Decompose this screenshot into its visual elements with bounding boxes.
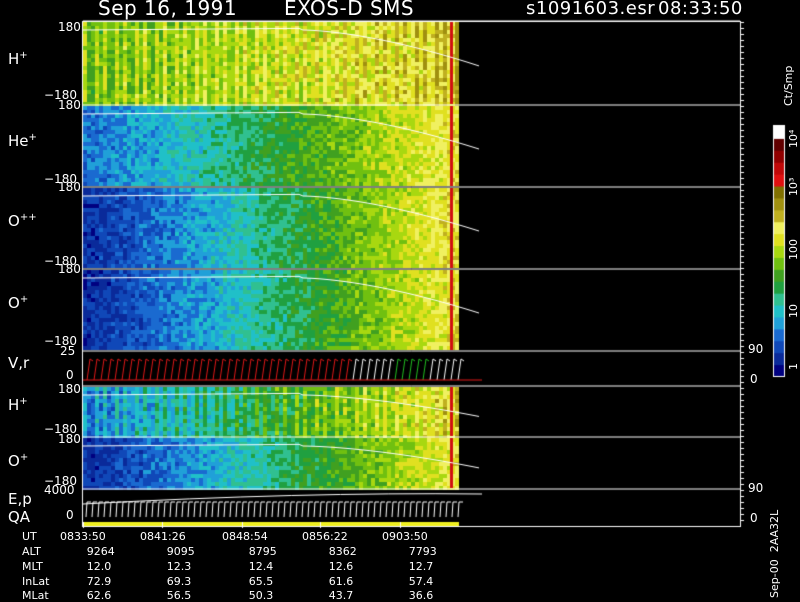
- panel-label-o-plus: O+: [8, 294, 29, 312]
- ephemeris-cell: 43.7: [328, 589, 354, 602]
- panel-label-o-plus-2: O+: [8, 452, 29, 470]
- y-tick-top: 4000: [44, 483, 75, 497]
- ephemeris-cell: 0841:26: [140, 530, 186, 543]
- colorbar-tick-10000: 10⁴: [787, 129, 800, 148]
- y-tick-bottom: 0: [66, 368, 74, 382]
- colorbar-tick-100: 100: [787, 239, 800, 260]
- ephemeris-cell: 9264: [86, 545, 115, 558]
- r-tick-bottom: 0: [750, 511, 758, 525]
- y-tick-bottom: 0: [66, 508, 74, 522]
- header-date: Sep 16, 1991: [98, 0, 238, 20]
- ephemeris-cell: 12.3: [166, 560, 192, 573]
- ephemeris-cell: 65.5: [248, 575, 274, 588]
- header-time: 08:33:50: [658, 0, 743, 19]
- ephemeris-cell: 0856:22: [302, 530, 348, 543]
- ephemeris-cell: 12.7: [408, 560, 434, 573]
- ephem-label-alt: ALT: [22, 545, 41, 558]
- r-tick-top: 90: [748, 342, 764, 356]
- ephem-label-mlt: MLT: [22, 560, 43, 573]
- y-tick-top: 180: [58, 20, 81, 34]
- y-tick-top: 180: [58, 432, 81, 446]
- r-tick-bottom: 0: [750, 372, 758, 386]
- colorbar-tick-1: 1: [787, 363, 800, 370]
- panel-label-h-plus-2: H+: [8, 396, 28, 414]
- panel-label-h-plus: H+: [8, 50, 28, 68]
- y-tick-top: 25: [60, 344, 76, 358]
- ephemeris-cell: 69.3: [166, 575, 192, 588]
- ephemeris-cell: 61.6: [328, 575, 354, 588]
- r-tick-top: 90: [748, 481, 764, 495]
- ephemeris-cell: 0833:50: [60, 530, 106, 543]
- spectrogram-canvas: [0, 0, 800, 600]
- colorbar-unit-label: Ct/Smp: [782, 65, 795, 106]
- y-tick-top: 180: [58, 98, 81, 112]
- ephemeris-cell: 50.3: [248, 589, 274, 602]
- ephemeris-cell: 72.9: [86, 575, 112, 588]
- ephem-label-ut: UT: [22, 530, 37, 543]
- ephemeris-cell: 36.6: [408, 589, 434, 602]
- ephemeris-cell: 0903:50: [382, 530, 428, 543]
- ephemeris-cell: 0848:54: [222, 530, 268, 543]
- ephemeris-cell: 56.5: [166, 589, 192, 602]
- colorbar-tick-10: 10: [787, 304, 800, 318]
- ephemeris-cell: 12.6: [328, 560, 354, 573]
- ephemeris-cell: 8362: [328, 545, 357, 558]
- ephem-label-inlat: InLat: [22, 575, 50, 588]
- y-tick-top: 180: [58, 180, 81, 194]
- ephemeris-cell: 8795: [248, 545, 277, 558]
- header-file: s1091603.esr: [526, 0, 656, 19]
- panel-label-o-plusplus: O++: [8, 212, 37, 230]
- y-tick-top: 180: [58, 382, 81, 396]
- footer-stamp: Sep-00 2AA32L: [768, 509, 781, 598]
- panel-label-he-plus: He+: [8, 132, 37, 150]
- ephemeris-cell: 62.6: [86, 589, 112, 602]
- ephemeris-cell: 7793: [408, 545, 437, 558]
- ephemeris-cell: 9095: [166, 545, 195, 558]
- panel-label-qa: QA: [8, 508, 31, 526]
- header-instrument: EXOS-D SMS: [284, 0, 415, 20]
- ephemeris-cell: 12.4: [248, 560, 274, 573]
- ephemeris-cell: 57.4: [408, 575, 434, 588]
- y-tick-top: 180: [58, 262, 81, 276]
- ephem-label-mlat: MLat: [22, 589, 49, 602]
- panel-label-vr: V,r: [8, 354, 30, 372]
- panel-label-ep: E,p: [8, 490, 32, 508]
- colorbar-tick-1000: 10³: [787, 177, 800, 196]
- ephemeris-cell: 12.0: [86, 560, 112, 573]
